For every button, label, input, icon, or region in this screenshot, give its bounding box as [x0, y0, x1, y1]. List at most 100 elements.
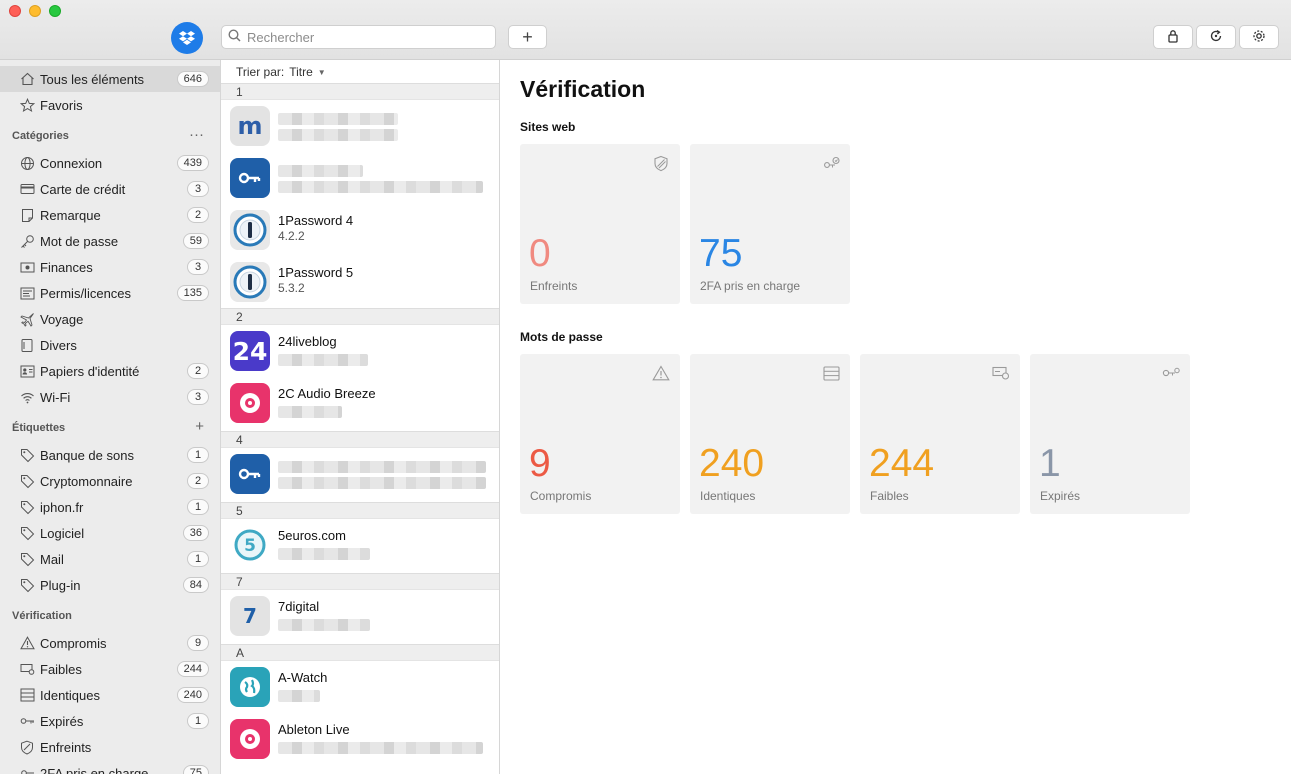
redacted-title — [278, 461, 486, 473]
sort-value: Titre — [289, 65, 313, 79]
count-badge: 36 — [182, 525, 209, 541]
sidebar-item-breached[interactable]: Enfreints — [0, 734, 220, 760]
list-item[interactable]: A-Watch — [221, 661, 499, 713]
tile-duplicates[interactable]: 240 Identiques — [690, 354, 850, 514]
redacted-subtitle — [278, 548, 370, 560]
app-m-icon: m — [230, 106, 270, 146]
lock-button[interactable] — [1153, 25, 1193, 49]
shield-icon — [19, 739, 35, 755]
sidebar-item-identity[interactable]: Papiers d'identité 2 — [0, 358, 220, 384]
list-item[interactable]: 7 7digital — [221, 590, 499, 642]
tile-label: Identiques — [700, 489, 756, 503]
list-item[interactable]: 1Password 5 5.3.2 — [221, 256, 499, 308]
sidebar-item-connexion[interactable]: Connexion 439 — [0, 150, 220, 176]
sidebar-item-duplicates[interactable]: Identiques 240 — [0, 682, 220, 708]
gear-icon — [1252, 29, 1266, 46]
tile-compromised[interactable]: 9 Compromis — [520, 354, 680, 514]
section-title-tags: Étiquettes — [12, 422, 66, 434]
list-item[interactable]: 2C Audio Breeze — [221, 377, 499, 429]
count-badge: 2 — [187, 473, 209, 489]
add-item-button[interactable]: + — [508, 25, 547, 49]
duplicate-icon — [822, 364, 840, 382]
sidebar-item-note[interactable]: Remarque 2 — [0, 202, 220, 228]
item-title: 5euros.com — [278, 528, 346, 543]
vault-switcher-icon[interactable] — [171, 22, 203, 54]
sidebar-tag-item[interactable]: Cryptomonnaire 2 — [0, 468, 220, 494]
settings-button[interactable] — [1239, 25, 1279, 49]
categories-more-button[interactable]: ··· — [189, 126, 204, 143]
item-title: 1Password 5 — [278, 265, 354, 280]
count-badge: 59 — [182, 233, 209, 249]
sync-button[interactable] — [1196, 25, 1236, 49]
twentyfour-logo-icon: 24 — [230, 331, 270, 371]
item-title: A-Watch — [278, 670, 328, 685]
two-factor-icon — [19, 765, 35, 774]
sidebar-item-label: Favoris — [40, 97, 83, 113]
section-title-verification: Vérification — [12, 610, 72, 622]
sidebar-item-two-factor[interactable]: 2FA pris en charge 75 — [0, 760, 220, 774]
search-field[interactable] — [221, 25, 496, 49]
sidebar-item-credit-card[interactable]: Carte de crédit 3 — [0, 176, 220, 202]
sidebar-item-weak[interactable]: Faibles 244 — [0, 656, 220, 682]
sidebar-item-compromised[interactable]: Compromis 9 — [0, 630, 220, 656]
minimize-window-button[interactable] — [29, 5, 41, 17]
sidebar-item-travel[interactable]: Voyage — [0, 306, 220, 332]
tile-label: Faibles — [870, 489, 909, 503]
add-tag-button[interactable]: + — [195, 418, 204, 435]
key-icon — [19, 233, 35, 249]
item-title: 1Password 4 — [278, 213, 354, 228]
tile-breached[interactable]: 0 Enfreints — [520, 144, 680, 304]
tile-two-factor[interactable]: 75 2FA pris en charge — [690, 144, 850, 304]
software-license-icon — [230, 719, 270, 759]
tile-weak[interactable]: 244 Faibles — [860, 354, 1020, 514]
redacted-subtitle — [278, 406, 342, 418]
sidebar-item-wifi[interactable]: Wi-Fi 3 — [0, 384, 220, 410]
redacted-title — [278, 165, 363, 177]
sidebar-item-password[interactable]: Mot de passe 59 — [0, 228, 220, 254]
sidebar-item-misc[interactable]: Divers — [0, 332, 220, 358]
list-item[interactable] — [221, 152, 499, 204]
list-item[interactable]: 24 24liveblog — [221, 325, 499, 377]
sidebar-tag-item[interactable]: Plug-in 84 — [0, 572, 220, 598]
sidebar-tag-item[interactable]: Mail 1 — [0, 546, 220, 572]
item-title: 7digital — [278, 599, 320, 614]
zoom-window-button[interactable] — [49, 5, 61, 17]
sidebar-tag-item[interactable]: Banque de sons 1 — [0, 442, 220, 468]
duplicate-icon — [19, 687, 35, 703]
close-window-button[interactable] — [9, 5, 21, 17]
section-title-categories: Catégories — [12, 130, 69, 142]
count-badge: 75 — [182, 765, 209, 774]
count-badge: 439 — [176, 155, 209, 171]
plane-icon — [19, 311, 35, 327]
onepassword-logo-icon — [230, 210, 270, 250]
sidebar-tag-item[interactable]: iphon.fr 1 — [0, 494, 220, 520]
list-item[interactable]: 5 5euros.com — [221, 519, 499, 571]
list-item[interactable]: Ableton Live — [221, 713, 499, 765]
tile-value: 240 — [699, 442, 765, 485]
count-badge: 2 — [187, 207, 209, 223]
sync-icon — [1209, 29, 1223, 46]
tile-label: 2FA pris en charge — [700, 279, 801, 293]
sidebar-item-favorites[interactable]: Favoris — [0, 92, 220, 118]
count-badge: 3 — [187, 389, 209, 405]
sidebar-item-all-items[interactable]: Tous les éléments 646 — [0, 66, 220, 92]
weak-icon — [19, 661, 35, 677]
tile-expired[interactable]: 1 Expirés — [1030, 354, 1190, 514]
tile-value: 1 — [1039, 442, 1061, 485]
sort-control[interactable]: Trier par: Titre ▼ — [221, 60, 499, 84]
warning-icon — [652, 364, 670, 382]
star-icon — [19, 97, 35, 113]
redacted-subtitle — [278, 690, 320, 702]
list-item[interactable]: m — [221, 100, 499, 152]
sidebar-item-expired[interactable]: Expirés 1 — [0, 708, 220, 734]
list-item[interactable]: 1Password 4 4.2.2 — [221, 204, 499, 256]
titlebar: + — [0, 0, 1291, 60]
item-title: 2C Audio Breeze — [278, 386, 376, 401]
sidebar-item-finances[interactable]: Finances 3 — [0, 254, 220, 280]
group-header: 1 — [221, 83, 499, 100]
list-item[interactable] — [221, 448, 499, 500]
sidebar-tag-item[interactable]: Logiciel 36 — [0, 520, 220, 546]
search-input[interactable] — [247, 29, 487, 45]
tile-value: 75 — [699, 232, 743, 275]
sidebar-item-licenses[interactable]: Permis/licences 135 — [0, 280, 220, 306]
